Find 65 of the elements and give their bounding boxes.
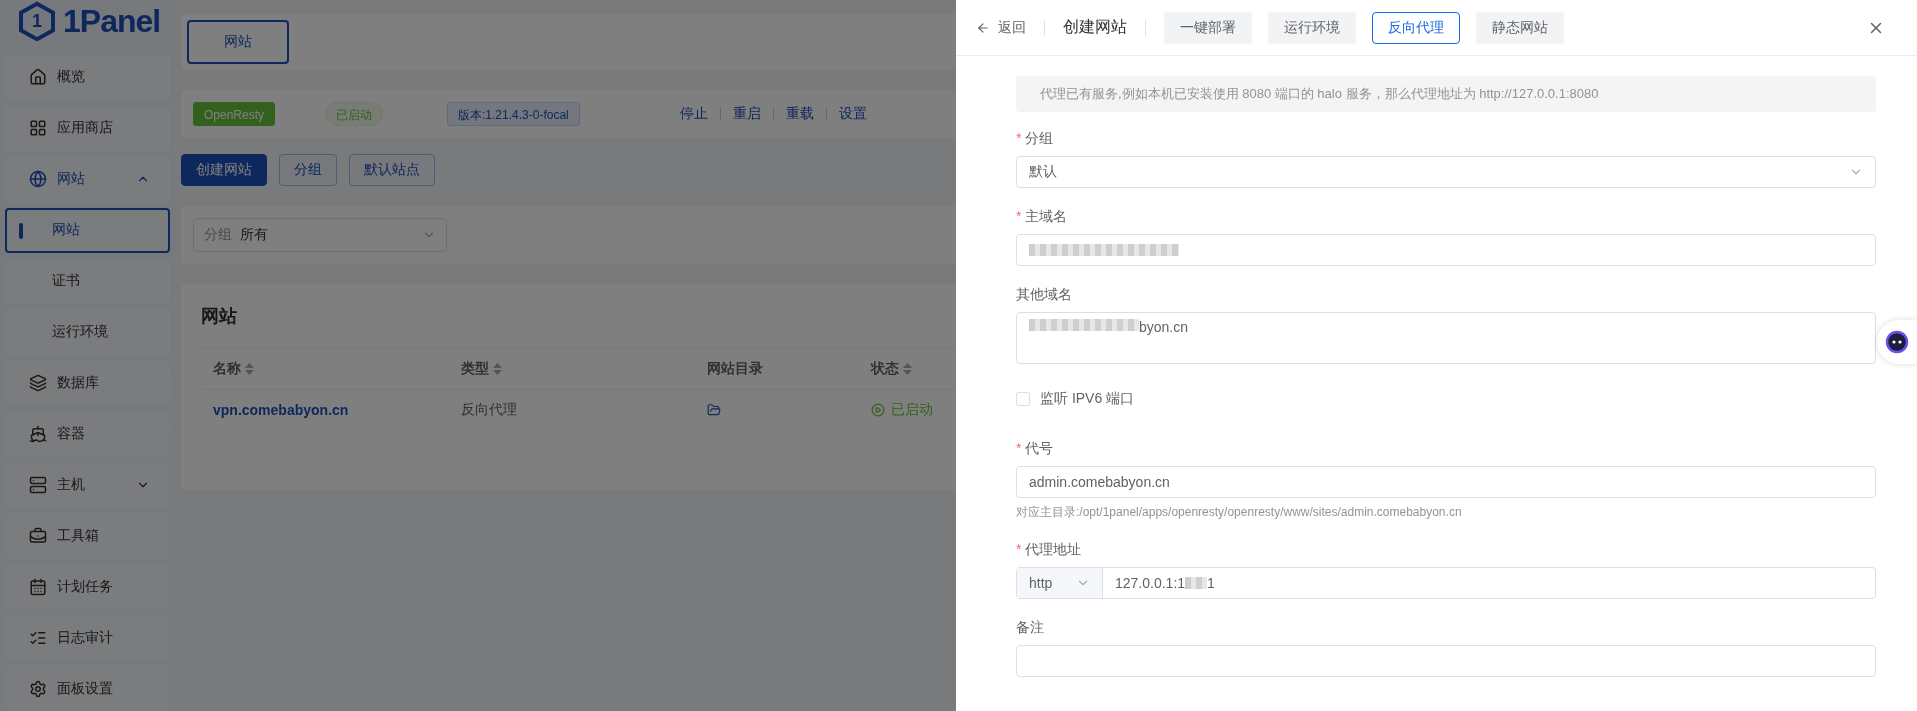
- action-link[interactable]: 重载: [785, 105, 814, 123]
- action-link[interactable]: 重启: [732, 105, 761, 123]
- logo-name: 1Panel: [63, 2, 161, 40]
- status-tag: 已启动: [325, 102, 384, 126]
- ship-icon: [29, 424, 47, 443]
- calendar-icon: [29, 577, 47, 596]
- column-header: 网站目录: [706, 360, 764, 378]
- info-alert: 代理已有服务,例如本机已安装使用 8080 端口的 halo 服务，那么代理地址为 http://127.0.0.1:8080: [1016, 76, 1876, 112]
- layers-icon: [29, 373, 47, 392]
- version-tag: 版本:1.21.4.3-0-focal: [447, 102, 580, 126]
- column-header: 类型: [449, 360, 695, 378]
- field-label: 备注: [1016, 619, 1044, 637]
- toolbox-icon: [29, 526, 47, 545]
- toolbar-button[interactable]: 创建网站: [181, 154, 267, 186]
- logo-mark: 1: [19, 1, 55, 42]
- toolbar-button[interactable]: 分组: [279, 154, 337, 186]
- ipv6-checkbox[interactable]: 监听 IPV6 端口: [1016, 390, 1876, 408]
- sidebar-item[interactable]: 网站: [5, 156, 170, 202]
- home-icon: [29, 68, 47, 87]
- toolbar-button[interactable]: 默认站点: [349, 154, 435, 186]
- required-mark: *: [1016, 130, 1022, 148]
- required-mark: *: [1016, 208, 1022, 226]
- server-icon: [29, 475, 47, 494]
- play-circle-icon: [871, 403, 885, 417]
- action-link[interactable]: 停止: [679, 105, 708, 123]
- settings-icon: [29, 679, 47, 698]
- grid-icon: [29, 119, 47, 138]
- table-cell-text: 反向代理: [460, 401, 518, 419]
- action-link[interactable]: 设置: [838, 105, 867, 123]
- column-header: 状态: [859, 360, 956, 378]
- tab[interactable]: 运行环境: [1268, 11, 1356, 44]
- tab[interactable]: 网站: [187, 20, 289, 64]
- input-field[interactable]: [1016, 234, 1876, 266]
- app-name-tag: OpenResty: [193, 102, 276, 126]
- field-label: 分组: [1025, 130, 1054, 148]
- proxy-address-field[interactable]: http 127.0.0.1:1 1: [1016, 567, 1876, 599]
- protocol-select[interactable]: http: [1017, 568, 1103, 598]
- field-label: 主域名: [1025, 208, 1068, 226]
- tab[interactable]: 一键部署: [1164, 11, 1252, 44]
- site-name-link[interactable]: vpn.comebabyon.cn: [201, 402, 449, 418]
- drawer-title: 创建网站: [1063, 17, 1127, 37]
- tab[interactable]: 静态网站: [1476, 11, 1564, 44]
- globe-icon: [29, 170, 47, 189]
- input-field[interactable]: [1016, 645, 1876, 677]
- field-label: 代理地址: [1025, 541, 1082, 559]
- robot-icon: [1885, 330, 1909, 354]
- tab[interactable]: 反向代理: [1372, 11, 1460, 44]
- column-header: 名称: [201, 360, 449, 378]
- field-hint: 对应主目录:/opt/1panel/apps/openresty/openresty/www/sites/admin.comebabyon.cn: [1016, 504, 1463, 521]
- table-title: 网站: [201, 305, 238, 328]
- status-cell: 已启动: [859, 401, 956, 419]
- assistant-tab[interactable]: [1877, 320, 1917, 364]
- required-mark: *: [1016, 541, 1022, 559]
- arrow-left-icon: [976, 20, 990, 35]
- back-link[interactable]: 返回: [976, 18, 1026, 37]
- textarea-field[interactable]: byon.cn: [1016, 312, 1876, 364]
- folder-icon[interactable]: [707, 403, 721, 417]
- field-label: 代号: [1025, 440, 1054, 458]
- sidebar-item[interactable]: 应用商店: [5, 105, 170, 151]
- sidebar-item[interactable]: 网站: [5, 207, 170, 253]
- input-field[interactable]: admin.comebabyon.cn: [1016, 466, 1876, 498]
- required-mark: *: [1016, 440, 1022, 458]
- select-field[interactable]: 默认: [1016, 156, 1876, 188]
- sidebar-item[interactable]: 概览: [5, 54, 170, 100]
- field-label: 其他域名: [1016, 286, 1072, 304]
